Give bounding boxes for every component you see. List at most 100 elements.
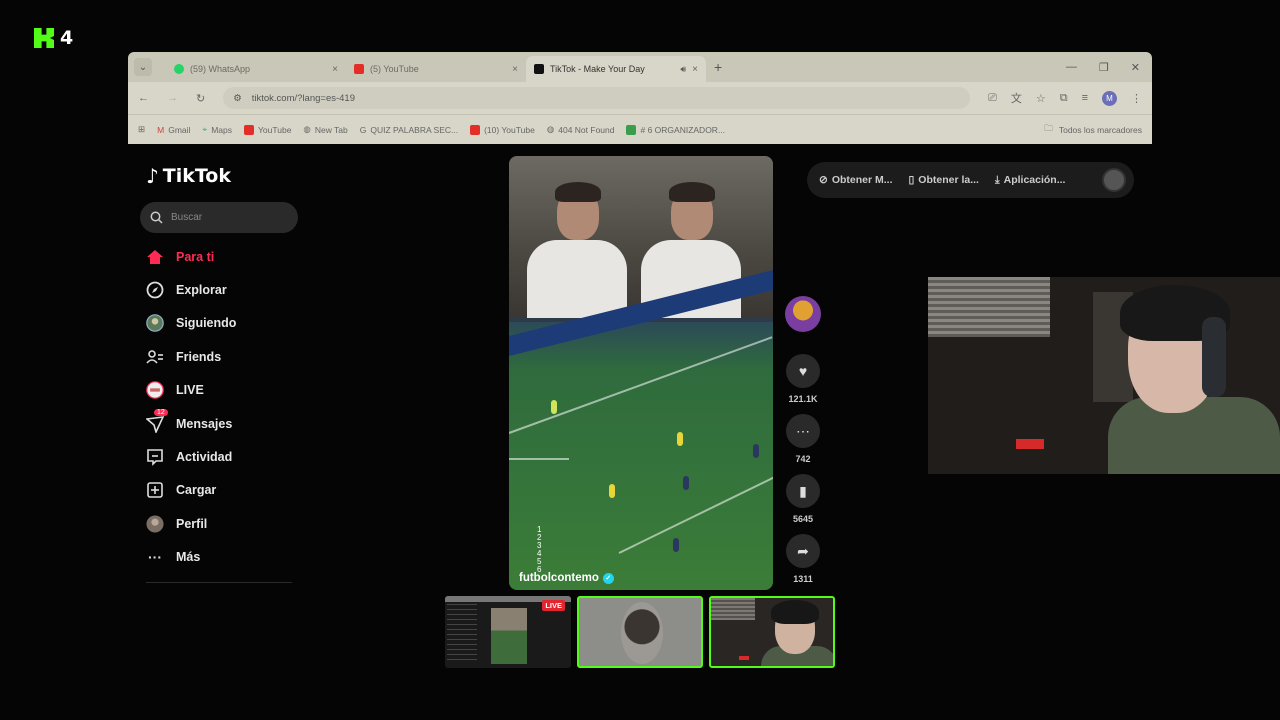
- new-tab-button[interactable]: +: [714, 59, 722, 75]
- site-info-icon[interactable]: ⚙: [233, 93, 242, 104]
- profile-avatar[interactable]: M: [1102, 90, 1117, 106]
- tab-search-chevron-icon[interactable]: ⌄: [134, 58, 152, 76]
- pill-label: Aplicación...: [1003, 174, 1066, 186]
- player: [609, 484, 615, 498]
- kick-logo: 4: [34, 27, 73, 49]
- top-actions-bar: ⊘ Obtener M... ▯ Obtener la... ⤓ Aplicación…: [807, 162, 1134, 198]
- sidebar-item-friends[interactable]: Friends: [140, 340, 300, 373]
- heart-icon[interactable]: ♥: [786, 354, 820, 388]
- save-action: ▮ 5645: [786, 474, 820, 524]
- live-icon: [146, 381, 164, 400]
- sidebar-item-perfil[interactable]: Perfil: [140, 507, 300, 540]
- player: [673, 538, 679, 552]
- bookmark-star-icon[interactable]: ☆: [1036, 92, 1046, 105]
- messages-badge: 12: [154, 408, 168, 416]
- video-person-left: [527, 178, 627, 320]
- close-tab-icon[interactable]: ×: [512, 64, 518, 75]
- tiktok-logo[interactable]: ♪ TikTok: [146, 164, 231, 188]
- globe-icon: ◍: [303, 124, 311, 134]
- close-tab-icon[interactable]: ×: [692, 64, 698, 75]
- creator-avatar[interactable]: [785, 296, 821, 332]
- sidebar-item-explorar[interactable]: Explorar: [140, 273, 300, 306]
- video-username[interactable]: futbolcontemo ✓: [519, 572, 614, 584]
- bookmark-icon[interactable]: ▮: [786, 474, 820, 508]
- sidebar-item-label: Siguiendo: [176, 316, 237, 331]
- sidebar-item-actividad[interactable]: Actividad: [140, 440, 300, 473]
- sidebar-item-para-ti[interactable]: Para ti: [140, 240, 300, 273]
- minimize-icon[interactable]: —: [1066, 61, 1077, 74]
- bookmark-label: (10) YouTube: [484, 124, 535, 135]
- pill-label: Obtener la...: [918, 174, 979, 186]
- sidebar-item-mensajes[interactable]: 12 Mensajes: [140, 407, 300, 440]
- scene-thumbnail-webcam[interactable]: [709, 596, 835, 668]
- back-icon[interactable]: ←: [138, 92, 149, 104]
- pitch-line: [509, 336, 773, 434]
- tab-title: (59) WhatsApp: [190, 64, 251, 74]
- bookmark-label: Maps: [211, 124, 233, 135]
- bookmark-organizador[interactable]: # 6 ORGANIZADOR...: [626, 124, 725, 135]
- bookmark-label: QUIZ PALABRA SEC...: [370, 124, 459, 135]
- extensions-icon[interactable]: ⧉: [1060, 92, 1068, 105]
- username-text: futbolcontemo: [519, 572, 599, 584]
- goalkeeper: [551, 400, 557, 414]
- bookmark-quiz[interactable]: G QUIZ PALABRA SEC...: [360, 125, 458, 135]
- scene-thumbnail-avatar[interactable]: [577, 596, 703, 668]
- webcam-overlay: [928, 277, 1280, 474]
- sidebar-item-cargar[interactable]: Cargar: [140, 474, 300, 507]
- menu-kebab-icon[interactable]: ⋮: [1131, 92, 1142, 105]
- all-bookmarks[interactable]: 🗀︎ Todos los marcadores: [1044, 123, 1142, 137]
- translate-icon[interactable]: 文: [1011, 90, 1022, 106]
- bookmark-youtube-10[interactable]: (10) YouTube: [470, 124, 535, 135]
- url-field[interactable]: ⚙ tiktok.com/?lang=es-419: [223, 87, 971, 109]
- share-icon[interactable]: ➦: [786, 534, 820, 568]
- search-input[interactable]: Buscar: [140, 202, 298, 233]
- video-player[interactable]: 123456 futbolcontemo ✓: [509, 156, 773, 590]
- tab-title: TikTok - Make Your Day: [550, 64, 645, 74]
- reload-icon[interactable]: ↻: [196, 92, 205, 105]
- tiktok-wordmark: TikTok: [162, 165, 232, 187]
- search-placeholder: Buscar: [171, 212, 203, 223]
- tab-tiktok[interactable]: TikTok - Make Your Day 🔊︎ ×: [526, 56, 706, 82]
- comment-count: 742: [795, 454, 811, 464]
- phone-icon: ▯: [908, 174, 915, 186]
- forward-icon[interactable]: →: [167, 92, 178, 104]
- tab-youtube[interactable]: (5) YouTube ×: [346, 56, 526, 82]
- sidebar-item-live[interactable]: LIVE: [140, 374, 300, 407]
- nav-divider: [146, 582, 292, 583]
- bookmark-label: YouTube: [258, 124, 292, 135]
- tab-whatsapp[interactable]: (59) WhatsApp ×: [166, 56, 346, 82]
- apps-grid-icon[interactable]: ⊞: [138, 124, 145, 135]
- bookmark-youtube[interactable]: YouTube: [244, 124, 292, 135]
- compass-icon: [146, 281, 164, 299]
- close-tab-icon[interactable]: ×: [332, 64, 338, 75]
- bookmark-gmail[interactable]: M Gmail: [157, 125, 190, 135]
- globe-icon: ◍: [546, 124, 555, 134]
- bookmark-label: Todos los marcadores: [1058, 124, 1142, 135]
- sidebar-item-label: Mensajes: [176, 416, 233, 431]
- bookmark-new-tab[interactable]: ◍ New Tab: [303, 124, 347, 135]
- pill-label: Obtener M...: [831, 174, 893, 186]
- tiktok-favicon-icon: [534, 64, 544, 74]
- kick-logo-number: 4: [60, 27, 74, 49]
- like-action: ♥ 121.1K: [786, 354, 820, 404]
- sidebar-item-siguiendo[interactable]: Siguiendo: [140, 307, 300, 340]
- user-avatar[interactable]: [1102, 168, 1126, 192]
- install-icon[interactable]: ⎚: [988, 92, 997, 105]
- media-controls-icon[interactable]: ≡: [1082, 92, 1088, 104]
- bookmark-maps[interactable]: ⌖ Maps: [202, 124, 232, 135]
- sidebar-item-label: Para ti: [176, 249, 215, 264]
- close-window-icon[interactable]: ✕: [1131, 61, 1140, 74]
- like-count: 121.1K: [788, 394, 818, 404]
- scene-thumbnail-screen[interactable]: LIVE: [445, 596, 571, 668]
- comment-action: ⋯ 742: [786, 414, 820, 464]
- sidebar-item-mas[interactable]: ··· Más: [140, 541, 300, 574]
- get-coins-button[interactable]: ⊘ Obtener M...: [819, 174, 893, 186]
- get-app-button[interactable]: ▯ Obtener la...: [909, 174, 979, 186]
- desktop-app-button[interactable]: ⤓ Aplicación...: [995, 174, 1066, 187]
- comment-icon[interactable]: ⋯: [786, 414, 820, 448]
- sidebar-nav: Para ti Explorar Siguiendo Friends LIVE …: [140, 240, 300, 574]
- bookmark-404[interactable]: ◍ 404 Not Found: [547, 124, 615, 135]
- save-count: 5645: [792, 514, 814, 524]
- speaker-icon[interactable]: 🔊︎: [680, 64, 686, 75]
- restore-icon[interactable]: ❐: [1099, 61, 1109, 74]
